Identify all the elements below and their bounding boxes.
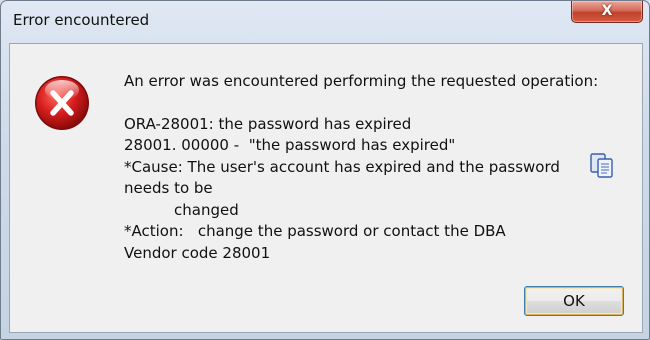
ora-error-line: ORA-28001: the password has expired xyxy=(124,114,412,133)
cause-line: *Cause: The user's account has expired a… xyxy=(124,157,560,198)
error-message: An error was encountered performing the … xyxy=(124,71,599,264)
error-code-line: 28001. 00000 - "the password has expired… xyxy=(124,136,456,154)
close-icon: X xyxy=(601,3,613,19)
title-bar[interactable]: Error encountered X xyxy=(1,1,649,43)
cause-continuation: changed xyxy=(174,200,239,219)
action-line: *Action: change the password or contact … xyxy=(124,222,506,240)
error-dialog-window: Error encountered X An error was encount… xyxy=(0,0,650,340)
error-summary: An error was encountered performing the … xyxy=(124,72,599,90)
window-title: Error encountered xyxy=(13,11,150,29)
vendor-code-line: Vendor code 28001 xyxy=(124,243,271,262)
close-button[interactable]: X xyxy=(571,1,643,23)
error-icon xyxy=(35,76,89,130)
copy-icon[interactable] xyxy=(590,153,614,179)
dialog-body: An error was encountered performing the … xyxy=(9,43,643,333)
ok-button[interactable]: OK xyxy=(524,286,624,316)
